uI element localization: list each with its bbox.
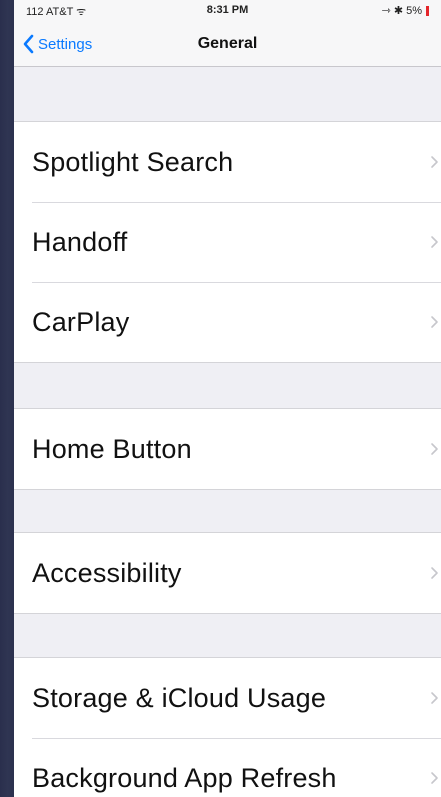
battery-icon: [426, 5, 429, 16]
list-item-handoff[interactable]: Handoff: [14, 202, 441, 282]
list-item-carplay[interactable]: CarPlay: [14, 282, 441, 362]
list-item-label: Handoff: [32, 226, 128, 257]
navigation-bar: Settings General: [14, 22, 441, 67]
settings-group-3: Accessibility: [14, 532, 441, 614]
chevron-right-icon: [431, 156, 438, 168]
settings-group-2: Home Button: [14, 408, 441, 490]
list-item-accessibility[interactable]: Accessibility: [14, 533, 441, 613]
chevron-right-icon: [431, 692, 438, 704]
status-time: 8:31 PM: [206, 4, 249, 16]
status-right-text: ⇾ ✱ 5%: [381, 5, 422, 17]
list-item-label: CarPlay: [32, 306, 130, 337]
list-item-label: Home Button: [32, 433, 192, 464]
chevron-right-icon: [431, 316, 438, 328]
chevron-right-icon: [431, 772, 438, 784]
chevron-right-icon: [431, 567, 438, 579]
list-item-label: Background App Refresh: [32, 762, 337, 793]
list-item-storage-icloud-usage[interactable]: Storage & iCloud Usage: [14, 658, 441, 738]
list-item-label: Accessibility: [32, 557, 182, 588]
status-bar: 112 AT&T ᯤ 8:31 PM ⇾ ✱ 5%: [14, 0, 441, 22]
screenshot-frame: 112 AT&T ᯤ 8:31 PM ⇾ ✱ 5% Settings Gener…: [0, 0, 441, 797]
settings-group-1: Spotlight Search Handoff CarPlay: [14, 121, 441, 363]
list-item-home-button[interactable]: Home Button: [14, 409, 441, 489]
list-item-spotlight-search[interactable]: Spotlight Search: [14, 122, 441, 202]
list-item-label: Spotlight Search: [32, 146, 234, 177]
settings-group-4: Storage & iCloud Usage Background App Re…: [14, 657, 441, 797]
chevron-right-icon: [431, 236, 438, 248]
chevron-right-icon: [431, 443, 438, 455]
status-right-indicators: ⇾ ✱ 5%: [382, 4, 429, 17]
list-item-background-app-refresh[interactable]: Background App Refresh: [14, 738, 441, 797]
list-item-label: Storage & iCloud Usage: [32, 682, 327, 713]
page-title: General: [197, 35, 258, 52]
phone-screen: 112 AT&T ᯤ 8:31 PM ⇾ ✱ 5% Settings Gener…: [14, 0, 441, 797]
